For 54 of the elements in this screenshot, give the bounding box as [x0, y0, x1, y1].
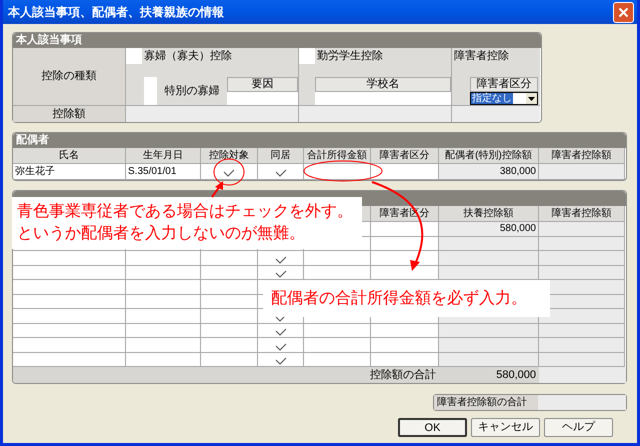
column-header: 学校名	[315, 77, 451, 92]
checkbox-label: 勤労学生控除	[317, 49, 383, 64]
section-header: 本人該当事項	[13, 33, 541, 48]
annotation-arrow	[211, 181, 223, 198]
school-input[interactable]	[315, 92, 451, 105]
total-label: 控除額の合計	[369, 368, 437, 383]
check-mark[interactable]	[274, 270, 286, 278]
column-header: 要因	[227, 77, 298, 92]
check-mark[interactable]	[274, 169, 286, 177]
window-title: 本人該当事項、配偶者、扶養親族の情報	[6, 4, 224, 21]
table-cell: S.35/01/01	[126, 164, 201, 180]
category-select[interactable]: 指定なし	[470, 92, 538, 105]
reason-input[interactable]	[227, 92, 298, 105]
checkbox[interactable]	[126, 48, 142, 64]
close-icon	[618, 6, 629, 18]
checkbox-label: 寡婦（寡夫）控除	[144, 48, 232, 64]
dropdown-arrow-icon	[528, 96, 535, 100]
dialog-button[interactable]: ヘルプ	[544, 418, 613, 437]
column-header: 配偶者(特別)控除額	[439, 148, 539, 164]
table-cell: 580,000	[439, 222, 539, 236]
dialog-button[interactable]: OK	[398, 418, 467, 437]
column-header: 障害者控除額	[539, 148, 625, 164]
dialog-button[interactable]: キャンセル	[471, 418, 540, 437]
column-header: 障害者区分	[371, 148, 439, 164]
callout-text: 配偶者の合計所得金額を必ず入力。	[271, 288, 527, 308]
column-header: 合計所得金額	[304, 148, 371, 164]
close-button[interactable]	[613, 2, 634, 22]
table-cell: 弥生花子	[13, 164, 126, 180]
total-value: 580,000	[495, 368, 537, 383]
column-header: 障害者控除額	[539, 206, 625, 222]
checkbox-label: 特別の寡婦	[164, 84, 220, 99]
callout-text: というか配偶者を入力しないのが無難。	[17, 224, 305, 244]
column-header: 生年月日	[126, 148, 201, 164]
highlight-ring	[214, 158, 244, 186]
checkbox[interactable]	[144, 77, 157, 105]
section-header: 配偶者	[13, 133, 626, 148]
row-label: 控除額	[13, 106, 125, 122]
column-header: 同居	[258, 148, 304, 164]
check-mark[interactable]	[274, 328, 286, 336]
header-cell	[361, 206, 371, 222]
checkbox[interactable]	[299, 48, 315, 64]
check-mark[interactable]	[274, 357, 286, 365]
column-header: 控除対象	[201, 148, 258, 164]
table-cell: 380,000	[439, 164, 539, 180]
column-header: 氏名	[13, 148, 126, 164]
section-label: 障害者控除	[454, 48, 509, 64]
check-mark[interactable]	[274, 256, 286, 264]
column-header: 扶養控除額	[439, 206, 539, 222]
check-mark[interactable]	[274, 342, 286, 350]
callout-text: 青色事業専従者である場合はチェックを外す。	[17, 202, 353, 222]
column-header: 障害者区分	[470, 77, 538, 92]
income-cell[interactable]	[304, 164, 371, 180]
row-label: 控除の種類	[13, 48, 125, 106]
check-mark[interactable]	[223, 169, 235, 177]
